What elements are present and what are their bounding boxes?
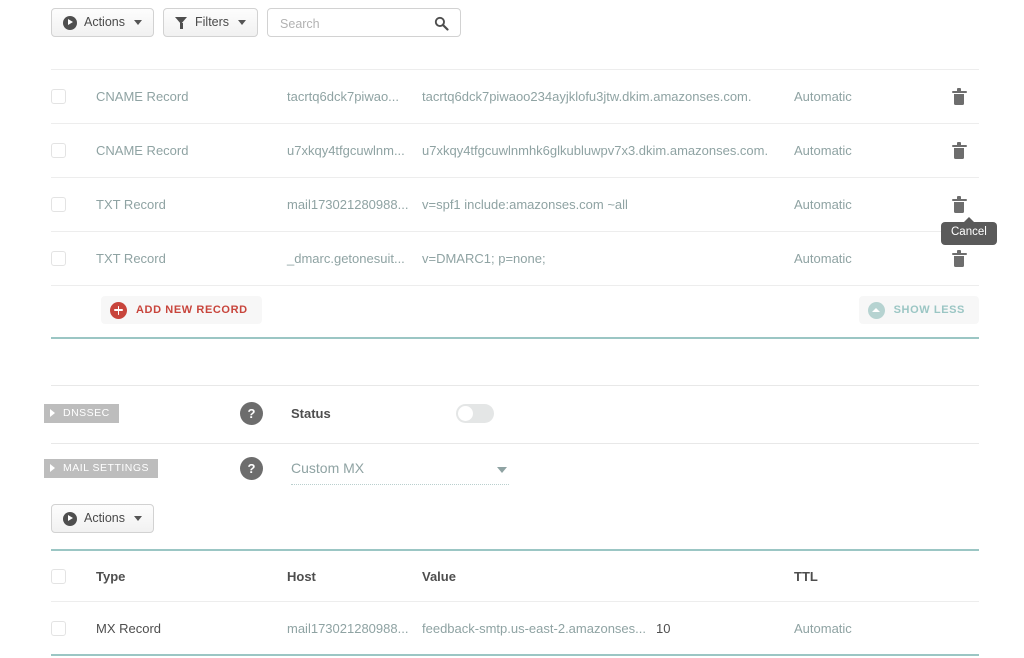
record-ttl: Automatic: [794, 251, 852, 266]
record-host: mail173021280988...: [287, 197, 409, 212]
chevron-down-icon: [497, 467, 507, 473]
show-less-button[interactable]: SHOW LESS: [858, 296, 979, 324]
chevron-up-circle-icon: [867, 301, 885, 319]
filter-icon: [175, 16, 188, 29]
actions-button-label: Actions: [84, 15, 125, 30]
mx-mode-value: Custom MX: [291, 460, 365, 476]
row-checkbox[interactable]: [51, 143, 66, 158]
record-value: v=DMARC1; p=none;: [422, 251, 546, 266]
mx-record-priority: 10: [656, 620, 671, 636]
column-header-ttl: TTL: [794, 568, 818, 584]
mx-record-host: mail173021280988...: [287, 620, 409, 636]
show-less-label: SHOW LESS: [893, 304, 965, 316]
add-new-record-button[interactable]: ADD NEW RECORD: [101, 296, 262, 324]
record-value: v=spf1 include:amazonses.com ~all: [422, 197, 628, 212]
row-checkbox[interactable]: [51, 251, 66, 266]
play-circle-icon: [63, 15, 77, 30]
dnssec-help-icon[interactable]: ?: [240, 402, 263, 425]
select-all-checkbox[interactable]: [51, 568, 66, 584]
record-type: TXT Record: [96, 251, 166, 266]
add-new-record-label: ADD NEW RECORD: [136, 304, 248, 316]
search-box: [267, 8, 462, 38]
section-divider: [51, 443, 979, 444]
mail-settings-help-icon[interactable]: ?: [240, 457, 263, 480]
record-host: tacrtq6dck7piwao...: [287, 89, 400, 104]
table-row[interactable]: CNAME Record u7xkqy4tfgcuwlnm... u7xkqy4…: [51, 123, 979, 177]
search-input[interactable]: [278, 9, 433, 38]
dnssec-status-label: Status: [291, 406, 331, 421]
row-checkbox-cell: [51, 620, 96, 636]
chevron-down-icon: [134, 20, 142, 25]
row-checkbox[interactable]: [51, 620, 66, 636]
record-ttl: Automatic: [794, 89, 852, 104]
mx-table-header: Type Host Value TTL: [51, 551, 979, 602]
mx-record-value: feedback-smtp.us-east-2.amazonses...: [422, 620, 646, 636]
mail-settings-section-tag: MAIL SETTINGS: [44, 459, 159, 478]
dns-records-table: CNAME Record tacrtq6dck7piwao... tacrtq6…: [51, 69, 979, 339]
row-checkbox[interactable]: [51, 89, 66, 104]
mail-actions-button-label: Actions: [84, 511, 125, 526]
filters-button[interactable]: Filters: [163, 8, 259, 37]
records-table-footer: ADD NEW RECORD SHOW LESS: [51, 285, 979, 339]
record-value: tacrtq6dck7piwaoo234ayjklofu3jtw.dkim.am…: [422, 89, 752, 104]
record-value: u7xkqy4tfgcuwlnmhk6glkubluwpv7x3.dkim.am…: [422, 143, 769, 158]
table-row[interactable]: TXT Record mail173021280988... v=spf1 in…: [51, 177, 979, 231]
delete-icon[interactable]: [951, 88, 967, 105]
row-actions-cell: [939, 250, 979, 267]
play-circle-icon: [63, 511, 77, 526]
record-type: CNAME Record: [96, 89, 189, 104]
chevron-down-icon: [134, 516, 142, 521]
column-header-value: Value: [422, 568, 456, 584]
row-checkbox-cell: [51, 143, 96, 158]
row-actions-cell: [939, 196, 979, 213]
dns-management-page: Actions Filters CNAME Record tacrtq6dck7…: [0, 0, 1024, 658]
delete-icon[interactable]: [951, 250, 967, 267]
select-all-cell: [51, 568, 96, 584]
record-host: _dmarc.getonesuit...: [287, 251, 405, 266]
record-host: u7xkqy4tfgcuwlnm...: [287, 143, 405, 158]
delete-icon[interactable]: [951, 142, 967, 159]
dnssec-section-tag: DNSSEC: [44, 404, 119, 423]
table-row[interactable]: TXT Record _dmarc.getonesuit... v=DMARC1…: [51, 231, 979, 285]
row-checkbox-cell: [51, 89, 96, 104]
filters-button-label: Filters: [195, 15, 230, 30]
column-header-host: Host: [287, 568, 316, 584]
record-type: TXT Record: [96, 197, 166, 212]
row-checkbox-cell: [51, 251, 96, 266]
mx-records-table: Type Host Value TTL MX Record mail173021…: [51, 549, 979, 656]
delete-icon[interactable]: [951, 196, 967, 213]
section-divider: [51, 385, 979, 386]
records-toolbar: Actions Filters: [51, 8, 462, 38]
table-row[interactable]: CNAME Record tacrtq6dck7piwao... tacrtq6…: [51, 69, 979, 123]
actions-button[interactable]: Actions: [51, 8, 154, 37]
cancel-tooltip: Cancel: [941, 217, 997, 245]
mx-record-type: MX Record: [96, 620, 162, 636]
mx-mode-select[interactable]: Custom MX: [291, 460, 509, 485]
mx-record-value-cell: feedback-smtp.us-east-2.amazonses... 10: [422, 621, 794, 636]
record-ttl: Automatic: [794, 143, 852, 158]
plus-circle-icon: [110, 301, 127, 319]
row-checkbox-cell: [51, 197, 96, 212]
table-row[interactable]: MX Record mail173021280988... feedback-s…: [51, 602, 979, 656]
mail-actions-button[interactable]: Actions: [51, 504, 154, 533]
search-icon[interactable]: [434, 16, 449, 31]
dnssec-status-toggle[interactable]: [456, 404, 494, 423]
row-actions-cell: [939, 142, 979, 159]
chevron-down-icon: [238, 20, 247, 25]
row-checkbox[interactable]: [51, 197, 66, 212]
record-ttl: Automatic: [794, 197, 852, 212]
row-actions-cell: [939, 88, 979, 105]
record-type: CNAME Record: [96, 143, 189, 158]
mx-record-ttl: Automatic: [794, 620, 852, 636]
column-header-type: Type: [96, 568, 126, 584]
